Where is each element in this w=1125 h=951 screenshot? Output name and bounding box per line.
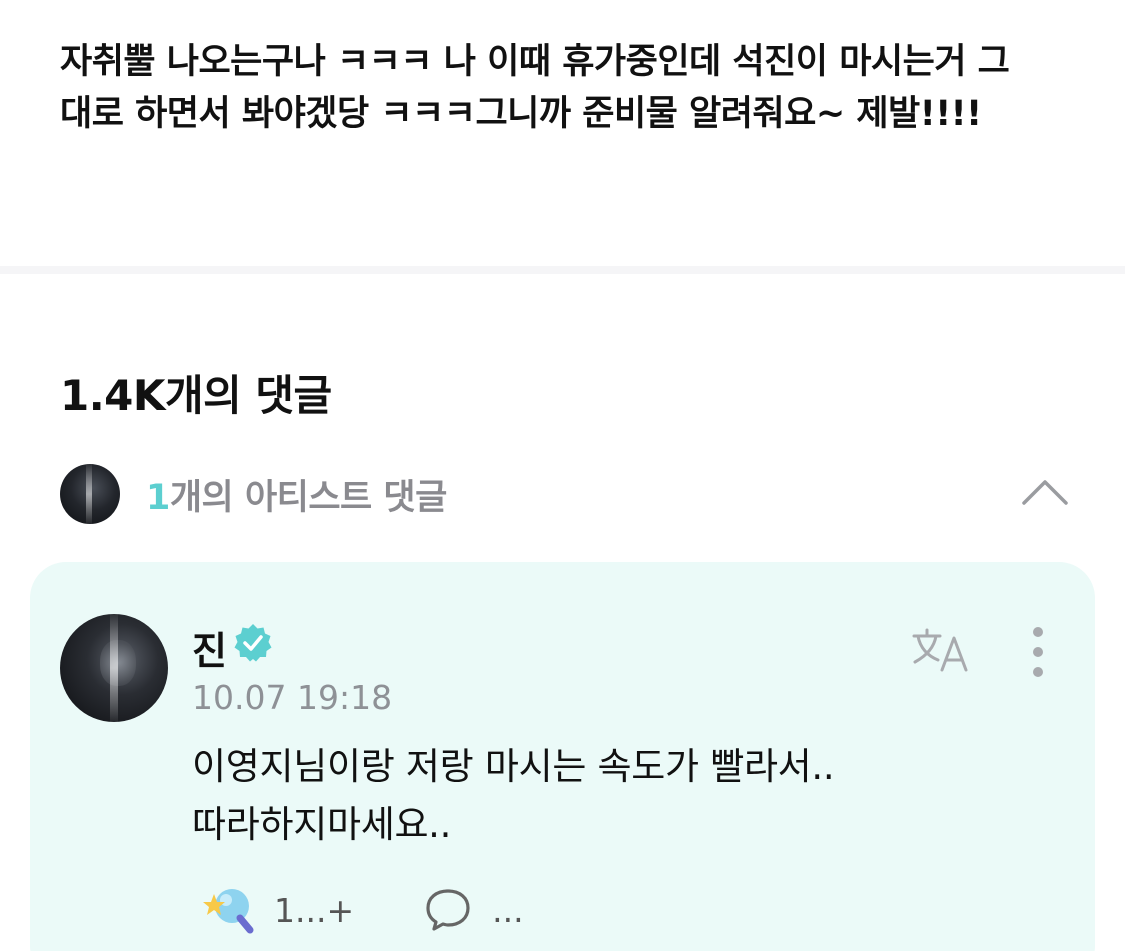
reaction-button[interactable]: 1...+: [200, 884, 354, 936]
post-body: 자취뿔 나오는구나 ㅋㅋㅋ 나 이때 휴가중인데 석진이 마시는거 그 대로 하…: [60, 36, 1070, 140]
comment-text: 이영지님이랑 저랑 마시는 속도가 빨라서.. 따라하지마세요..: [192, 738, 1072, 854]
author-avatar[interactable]: [60, 614, 168, 722]
translate-icon[interactable]: [910, 626, 974, 674]
reaction-lightstick-icon: [200, 884, 256, 936]
speech-bubble-icon: [424, 887, 472, 933]
verified-badge-icon: [232, 622, 274, 664]
post-body-line: 대로 하면서 봐야겠당 ㅋㅋㅋ그니까 준비물 알려줘요~ 제발!!!!: [60, 94, 982, 134]
artist-comments-count: 1: [146, 477, 170, 518]
artist-comments-toggle[interactable]: 1개의 아티스트 댓글: [60, 462, 1070, 526]
comment-text-line: 따라하지마세요..: [192, 803, 452, 846]
reaction-count: 1...+: [274, 890, 355, 930]
post-body-line: 자취뿔 나오는구나 ㅋㅋㅋ 나 이때 휴가중인데 석진이 마시는거 그: [60, 42, 1010, 82]
more-vertical-icon[interactable]: [1026, 626, 1050, 678]
comment-timestamp: 10.07 19:18: [192, 678, 393, 717]
reply-count: ...: [492, 890, 524, 930]
section-divider: [0, 266, 1125, 274]
comments-count-title: 1.4K개의 댓글: [60, 371, 332, 420]
artist-avatar: [60, 464, 120, 524]
reply-button[interactable]: ...: [424, 887, 524, 933]
chevron-up-icon[interactable]: [1020, 472, 1070, 512]
comment-text-line: 이영지님이랑 저랑 마시는 속도가 빨라서..: [192, 745, 835, 788]
comment-actions: 1...+ ...: [200, 882, 524, 938]
comment-page: 자취뿔 나오는구나 ㅋㅋㅋ 나 이때 휴가중인데 석진이 마시는거 그 대로 하…: [0, 0, 1125, 951]
author-name[interactable]: 진: [192, 620, 227, 675]
artist-comments-label: 1개의 아티스트 댓글: [146, 469, 447, 520]
artist-comments-text: 개의 아티스트 댓글: [169, 477, 447, 518]
artist-comment-card: 진 10.07 19:18 이영지님이랑 저랑 마시는 속도가 빨라서.. 따라…: [30, 562, 1095, 951]
